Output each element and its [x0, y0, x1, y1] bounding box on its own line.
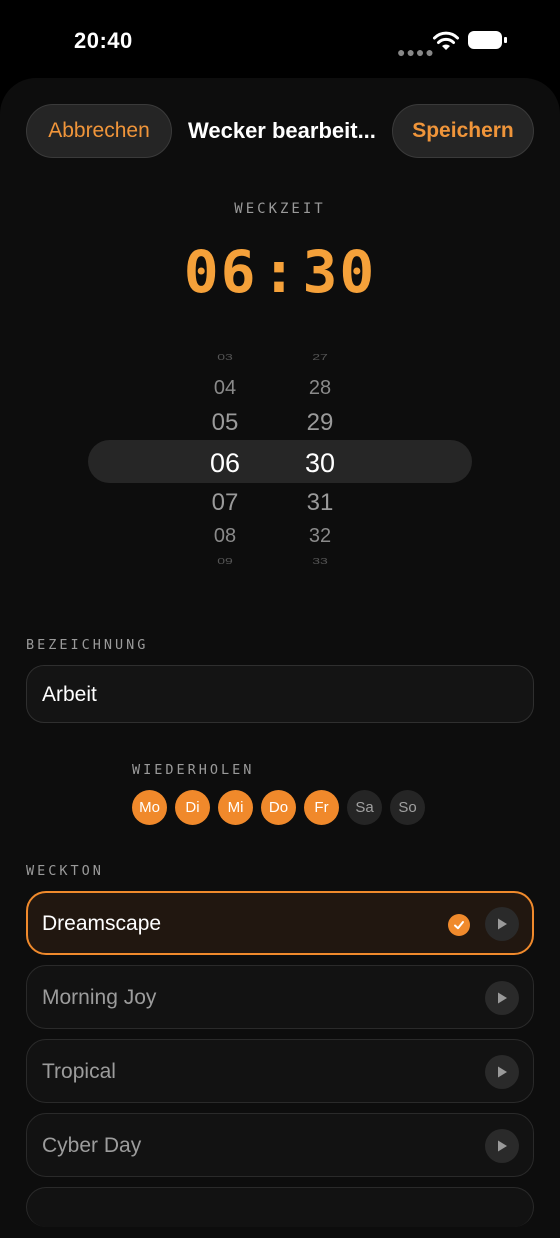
play-icon [498, 1140, 507, 1152]
alarm-minutes: 30 [302, 238, 377, 306]
sound-option-label: Cyber Day [42, 1134, 142, 1157]
play-preview-button[interactable] [485, 1129, 519, 1163]
day-toggle-mo[interactable]: Mo [132, 790, 167, 825]
hour-option[interactable]: 04 [195, 377, 255, 400]
sound-option-cyber-day[interactable]: Cyber Day [26, 1113, 534, 1177]
sound-option-dreamscape[interactable]: Dreamscape [26, 891, 534, 955]
play-icon [498, 918, 507, 930]
signal-dots-icon: ●●●● [397, 44, 435, 60]
day-toggle-mi[interactable]: Mi [218, 790, 253, 825]
day-toggle-di[interactable]: Di [175, 790, 210, 825]
minute-option[interactable]: 32 [290, 525, 350, 548]
day-toggle-fr[interactable]: Fr [304, 790, 339, 825]
sound-option-partial[interactable] [26, 1187, 534, 1227]
alarm-hours: 06 [183, 238, 258, 306]
play-preview-button[interactable] [485, 907, 519, 941]
hour-option[interactable]: 03 [195, 352, 255, 362]
minute-option[interactable]: 28 [290, 377, 350, 400]
save-button[interactable]: Speichern [392, 104, 534, 158]
minute-option[interactable]: 29 [290, 409, 350, 437]
sound-option-label: Tropical [42, 1060, 116, 1083]
hour-option[interactable]: 05 [195, 409, 255, 437]
day-toggle-sa[interactable]: Sa [347, 790, 382, 825]
repeat-days: Mo Di Mi Do Fr Sa So [132, 790, 425, 825]
alarm-time-display: 06:30 [183, 238, 377, 306]
play-preview-button[interactable] [485, 1055, 519, 1089]
name-section-label: BEZEICHNUNG [26, 637, 149, 653]
repeat-label: WIEDERHOLEN [132, 762, 255, 778]
sound-option-label: Morning Joy [42, 986, 157, 1009]
picker-selection-bar [88, 440, 472, 483]
day-toggle-do[interactable]: Do [261, 790, 296, 825]
wifi-icon [433, 31, 459, 50]
minute-option[interactable]: 33 [290, 556, 350, 566]
minute-option[interactable]: 31 [290, 489, 350, 517]
status-time: 20:40 [74, 28, 133, 53]
hour-option-selected[interactable]: 06 [195, 448, 255, 479]
hour-option[interactable]: 08 [195, 525, 255, 548]
play-icon [498, 1066, 507, 1078]
cancel-button[interactable]: Abbrechen [26, 104, 172, 158]
hour-option[interactable]: 09 [195, 556, 255, 566]
play-preview-button[interactable] [485, 981, 519, 1015]
minute-option-selected[interactable]: 30 [290, 448, 350, 479]
alarm-time-label: WECKZEIT [234, 201, 326, 217]
alarm-name-input[interactable]: Arbeit [26, 665, 534, 723]
sound-option-morning-joy[interactable]: Morning Joy [26, 965, 534, 1029]
sound-option-tropical[interactable]: Tropical [26, 1039, 534, 1103]
play-icon [498, 992, 507, 1004]
minute-option[interactable]: 27 [290, 352, 350, 362]
day-toggle-so[interactable]: So [390, 790, 425, 825]
sound-section-label: WECKTON [26, 863, 104, 879]
checkmark-icon [448, 914, 470, 936]
hour-option[interactable]: 07 [195, 489, 255, 517]
sound-option-label: Dreamscape [42, 912, 162, 935]
status-bar: 20:40 ●●●● [0, 0, 560, 80]
battery-icon [468, 31, 507, 49]
page-title: Wecker bearbeit... [188, 118, 376, 143]
